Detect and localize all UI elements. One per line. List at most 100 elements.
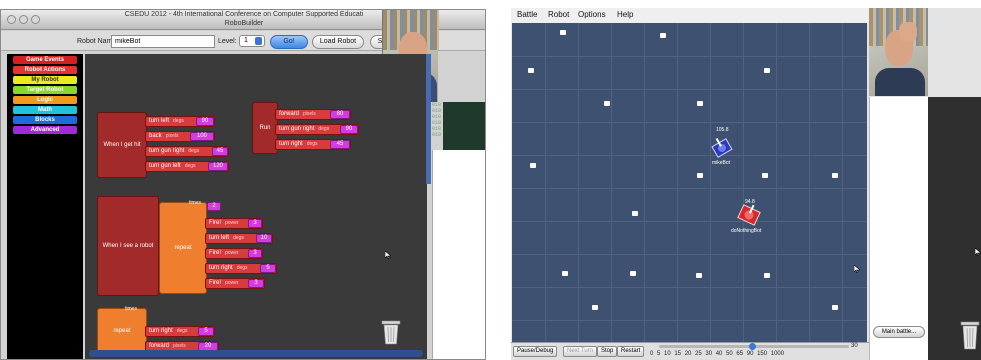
robot-mikebot-icon — [711, 137, 733, 158]
menu-robot[interactable]: Robot — [548, 10, 569, 19]
value-input[interactable]: 45 — [212, 147, 228, 156]
repeat-times-label: times — [189, 200, 201, 206]
command-block[interactable]: turn right degs 45 — [275, 139, 351, 150]
mouse-cursor-icon — [975, 248, 981, 256]
repeat-block[interactable]: repeat — [97, 308, 147, 354]
command-block[interactable]: back pixels 100 — [145, 131, 215, 142]
value-input[interactable]: 3 — [248, 249, 262, 258]
command-block[interactable]: Fire! power 3 — [205, 218, 263, 229]
value-input[interactable]: 80 — [330, 110, 350, 119]
value-input[interactable]: 90 — [196, 117, 214, 126]
close-window-button[interactable] — [7, 15, 16, 24]
battlefield-marker — [832, 173, 838, 178]
value-input[interactable]: 3 — [248, 219, 262, 228]
repeat-block[interactable]: repeat — [159, 202, 207, 294]
event-block-when-see-robot[interactable]: When I see a robot — [97, 196, 159, 296]
minimize-window-button[interactable] — [19, 15, 28, 24]
category-my-robot[interactable]: My Robot — [13, 76, 77, 84]
category-game-events[interactable]: Game Events — [13, 56, 77, 64]
battlefield-marker — [697, 173, 703, 178]
value-input[interactable]: 5 — [198, 327, 214, 336]
zoom-window-button[interactable] — [31, 15, 40, 24]
next-turn-button[interactable]: Next Turn — [563, 346, 598, 357]
value-input[interactable]: 45 — [330, 140, 350, 149]
command-block[interactable]: turn gun right degs 45 — [145, 146, 229, 157]
go-button[interactable]: Go! — [270, 35, 308, 49]
level-select[interactable]: 1 — [239, 35, 265, 47]
tps-value: 30 — [851, 343, 858, 349]
robot-donothingbot-energy: 94.8 — [745, 199, 755, 205]
stop-button[interactable]: Stop — [597, 346, 618, 357]
value-input[interactable]: 3 — [248, 279, 264, 288]
repeat-times-label: times — [125, 306, 137, 312]
command-block[interactable]: turn right degs 5 — [205, 263, 277, 274]
load-robot-button[interactable]: Load Robot — [312, 35, 364, 49]
horizontal-scrollbar[interactable] — [89, 350, 423, 357]
grid-line — [512, 155, 867, 156]
category-blocks[interactable]: Blocks — [13, 116, 77, 124]
level-label: Level: — [218, 38, 237, 45]
battlefield-marker — [560, 30, 566, 35]
command-block[interactable]: turn right degs 5 — [145, 326, 215, 337]
menu-help[interactable]: Help — [617, 10, 633, 19]
app-title: RoboBuilder — [224, 20, 264, 27]
grid-line — [512, 287, 867, 288]
category-advanced[interactable]: Advanced — [13, 126, 77, 134]
tps-slider[interactable] — [659, 343, 849, 350]
pause-debug-button[interactable]: Pause/Debug — [513, 346, 558, 357]
value-input[interactable]: 120 — [208, 162, 228, 171]
chevron-updown-icon[interactable] — [255, 37, 262, 45]
restart-button[interactable]: Restart — [617, 346, 645, 357]
background-white-panel — [432, 150, 485, 359]
command-block[interactable]: turn gun right degs 90 — [275, 124, 359, 135]
battlefield-marker — [764, 273, 770, 278]
main-battle-button[interactable]: Main battle... — [873, 326, 925, 338]
trash-can-icon[interactable] — [381, 319, 401, 345]
block-categories-panel: Game Events Robot Actions My Robot Targe… — [7, 54, 83, 359]
menu-battle[interactable]: Battle — [517, 10, 537, 19]
vertical-scrollbar[interactable] — [426, 54, 431, 184]
command-block[interactable]: Fire! power 3 — [205, 248, 263, 259]
battlefield-marker — [832, 305, 838, 310]
event-block-when-hit[interactable]: When I get hit — [97, 112, 147, 178]
battlefield-marker — [530, 163, 536, 168]
grid-line — [677, 23, 678, 342]
trash-can-icon[interactable] — [960, 320, 980, 350]
battlefield-marker — [762, 173, 768, 178]
presenter-shirt — [875, 68, 925, 96]
command-block[interactable]: turn left degs 10 — [205, 233, 273, 244]
grid-line — [512, 89, 867, 90]
grid-line — [710, 23, 711, 342]
battlefield-marker — [562, 271, 568, 276]
grid-line — [512, 320, 867, 321]
battlefield-marker — [604, 101, 610, 106]
repeat-times-input[interactable]: 2 — [207, 202, 221, 211]
command-block[interactable]: Fire! power 3 — [205, 278, 265, 289]
script-canvas[interactable]: When I get hit turn left degs 90 back pixel… — [85, 54, 427, 359]
command-block[interactable]: turn left degs 90 — [145, 116, 215, 127]
robobuilder-window: CSEDU 2012 - 4th International Conferenc… — [0, 9, 486, 360]
grid-line — [743, 23, 744, 342]
category-target-robot[interactable]: Target Robot — [13, 86, 77, 94]
side-panel — [869, 97, 928, 360]
category-logic[interactable]: Logic — [13, 96, 77, 104]
grid-line — [842, 23, 843, 342]
value-input[interactable]: 100 — [190, 132, 214, 141]
menu-options[interactable]: Options — [578, 10, 606, 19]
command-block[interactable]: forward pixels 80 — [275, 109, 351, 120]
robot-name-input[interactable] — [111, 35, 215, 48]
tps-tick-labels: 0 5 10 15 20 25 30 40 50 65 90 150 1000 — [650, 351, 785, 357]
value-input[interactable]: 90 — [340, 125, 358, 134]
category-robot-actions[interactable]: Robot Actions — [13, 66, 77, 74]
webcam-video-right — [869, 8, 928, 96]
battlefield-marker — [592, 305, 598, 310]
command-block[interactable]: turn gun left degs 120 — [145, 161, 229, 172]
grid-line — [512, 188, 867, 189]
value-input[interactable]: 10 — [256, 234, 272, 243]
tps-slider-thumb[interactable] — [749, 343, 757, 350]
grid-line — [578, 23, 579, 342]
category-math[interactable]: Math — [13, 106, 77, 114]
battlefield-marker — [697, 101, 703, 106]
value-input[interactable]: 5 — [260, 264, 276, 273]
level-value: 1 — [244, 37, 248, 44]
